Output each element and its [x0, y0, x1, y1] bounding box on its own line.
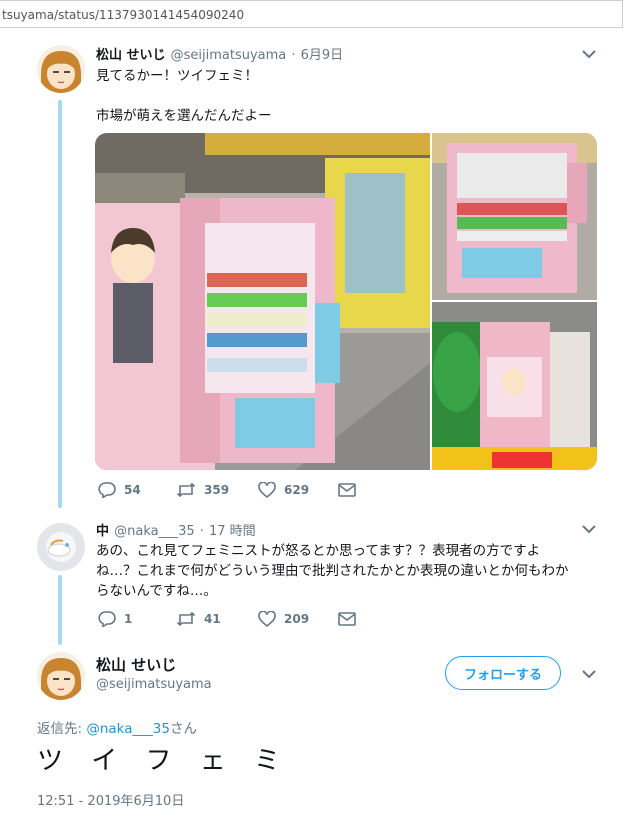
thread-line: [58, 575, 62, 645]
tweet-text: 見てるかー！ツイフェミ！ 市場が萌えを選んだんだよー: [96, 66, 272, 126]
like-count: 629: [284, 483, 310, 497]
separator: ·: [291, 48, 296, 63]
avatar[interactable]: [37, 652, 85, 700]
like-icon: [258, 611, 276, 627]
url-text: tsuyama/status/1137930141454090240: [2, 8, 245, 22]
tweet-actions: 1 41 209: [98, 611, 356, 627]
chevron-down-icon[interactable]: [581, 524, 597, 534]
reply-suffix: さん: [169, 721, 197, 737]
dm-icon: [338, 483, 356, 497]
dm-icon: [338, 612, 356, 626]
display-name[interactable]: 松山 せいじ: [96, 654, 176, 675]
separator: ·: [199, 524, 204, 539]
tweet-timestamp[interactable]: 12:51 - 2019年6月10日: [37, 790, 184, 809]
reply-context: 返信先: @naka___35さん: [37, 717, 197, 737]
chevron-down-icon[interactable]: [581, 669, 597, 679]
tweet-time[interactable]: 17 時間: [209, 524, 256, 539]
tweet-text: あの、これ見てフェミニストが怒るとか思ってます？？表現者の方ですよ ね…？これま…: [96, 541, 606, 601]
reply-count: 54: [124, 483, 141, 497]
follow-button[interactable]: フォローする: [445, 656, 561, 690]
chevron-down-icon[interactable]: [581, 49, 597, 59]
handle[interactable]: @seijimatsuyama: [96, 677, 212, 692]
thread-line: [58, 100, 62, 508]
dm-button[interactable]: [338, 612, 356, 626]
like-icon: [258, 482, 276, 498]
tweet-header: 松山 せいじ @seijimatsuyama · 6月9日: [96, 44, 343, 63]
tweet-text-line: 市場が萌えを選んだんだよー: [96, 108, 272, 124]
tweet-actions: 54 359 629: [98, 482, 356, 498]
reply-button[interactable]: 54: [98, 482, 176, 498]
like-count: 209: [284, 612, 310, 626]
retweet-icon: [176, 611, 196, 627]
like-button[interactable]: 629: [258, 482, 338, 498]
tweet-photo-bottom-right[interactable]: [432, 302, 597, 470]
handle[interactable]: @naka___35: [114, 524, 195, 539]
like-button[interactable]: 209: [258, 611, 338, 627]
tweet-text-line: らないんですね…。: [96, 583, 217, 599]
handle[interactable]: @seijimatsuyama: [171, 48, 287, 63]
avatar[interactable]: [37, 45, 85, 93]
display-name[interactable]: 松山 せいじ: [96, 48, 166, 63]
address-bar[interactable]: tsuyama/status/1137930141454090240: [0, 0, 623, 28]
retweet-button[interactable]: 359: [176, 482, 258, 498]
retweet-count: 359: [204, 483, 230, 497]
retweet-count: 41: [204, 612, 221, 626]
avatar[interactable]: [37, 523, 85, 571]
reply-to-link[interactable]: @naka___35: [86, 721, 170, 737]
tweet-text-line: あの、これ見てフェミニストが怒るとか思ってます？？表現者の方ですよ: [96, 543, 541, 559]
dm-button[interactable]: [338, 483, 356, 497]
retweet-icon: [176, 482, 196, 498]
display-name[interactable]: 中: [96, 524, 109, 539]
tweet-photo-top-right[interactable]: [432, 133, 597, 300]
tweet-text: ツ イ フ ェ ミ: [37, 746, 291, 776]
tweet-photo-main[interactable]: [95, 133, 430, 470]
tweet-text-line: 見てるかー！ツイフェミ！: [96, 68, 258, 84]
retweet-button[interactable]: 41: [176, 611, 258, 627]
reply-button[interactable]: 1: [98, 611, 176, 627]
reply-prefix: 返信先:: [37, 721, 87, 737]
reply-icon: [98, 482, 116, 498]
tweet-header: 中 @naka___35 · 17 時間: [96, 520, 256, 539]
tweet-date[interactable]: 6月9日: [301, 48, 344, 63]
tweet-text-line: ね…？これまで何がどういう理由で批判されたかとか表現の違いとか何もわか: [96, 563, 569, 579]
reply-count: 1: [124, 612, 133, 626]
reply-icon: [98, 611, 116, 627]
